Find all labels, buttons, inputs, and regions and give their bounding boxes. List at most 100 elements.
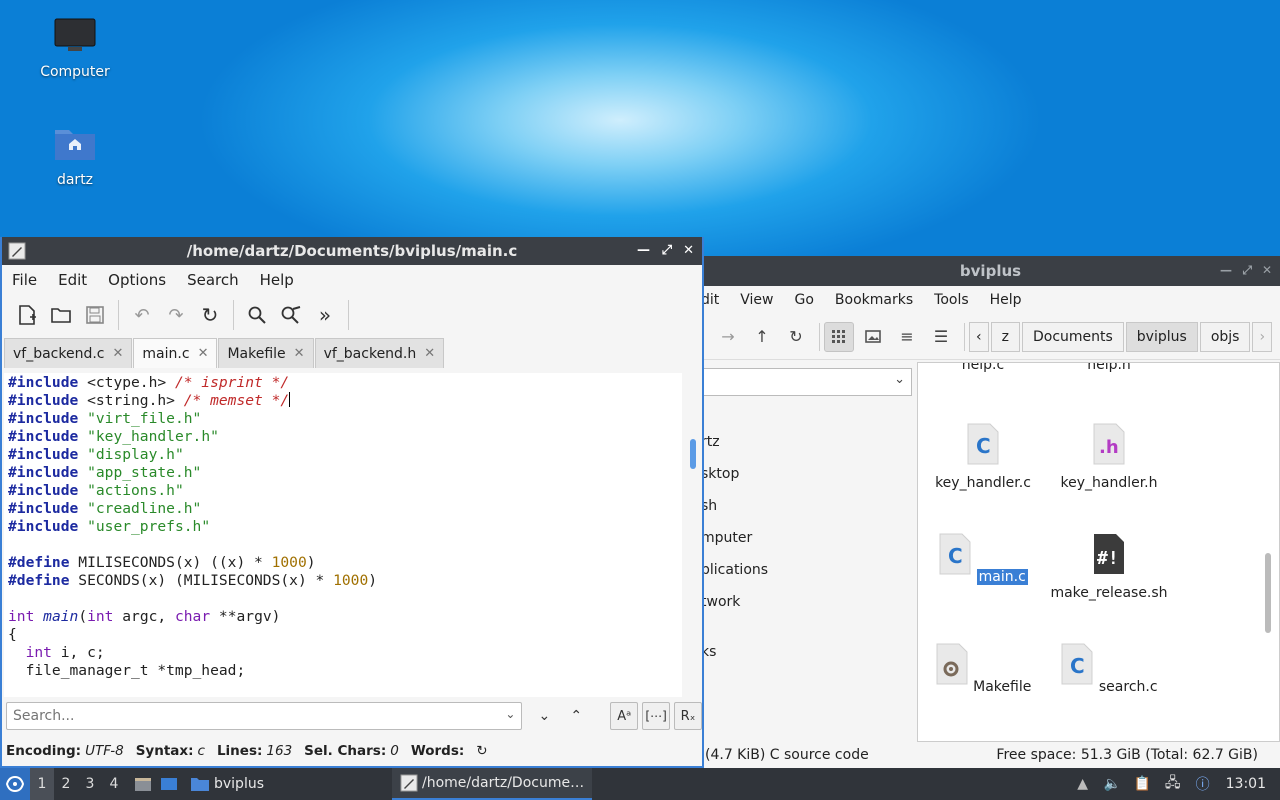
- breadcrumb-item-current[interactable]: bviplus: [1125, 321, 1198, 352]
- editor-scrollbar[interactable]: [684, 373, 702, 697]
- code-line[interactable]: #include "virt_file.h": [8, 410, 682, 428]
- close-tab-icon[interactable]: ✕: [294, 346, 305, 361]
- file-item[interactable]: help.c: [918, 363, 1048, 373]
- save-icon[interactable]: [78, 298, 112, 332]
- regex-icon[interactable]: Rₓ: [674, 702, 702, 730]
- menu-search[interactable]: Search: [187, 271, 239, 289]
- close-tab-icon[interactable]: ✕: [113, 346, 124, 361]
- menu-go[interactable]: Go: [795, 292, 814, 308]
- search-input[interactable]: [13, 708, 493, 724]
- menu-file[interactable]: File: [12, 271, 37, 289]
- sidebar-item[interactable]: mputer: [701, 530, 752, 546]
- file-item[interactable]: Makefile: [918, 643, 1048, 695]
- clipboard-icon[interactable]: 📋: [1128, 776, 1158, 792]
- menu-tools[interactable]: Tools: [934, 292, 969, 308]
- workspace-2[interactable]: 2: [54, 768, 78, 800]
- code-line[interactable]: {: [8, 626, 682, 644]
- open-file-icon[interactable]: [44, 298, 78, 332]
- list-view-icon[interactable]: ☰: [926, 322, 956, 352]
- network-icon[interactable]: 🖧: [1158, 772, 1188, 796]
- file-item[interactable]: C search.c: [1044, 643, 1174, 695]
- code-line[interactable]: #define MILISECONDS(x) ((x) * 1000): [8, 554, 682, 572]
- workspace-1[interactable]: 1: [30, 768, 54, 800]
- file-view-scrollbar[interactable]: [1265, 553, 1271, 633]
- maximize-icon[interactable]: ⤢: [1242, 263, 1252, 278]
- file-item[interactable]: #! make_release.sh: [1044, 533, 1174, 601]
- breadcrumb-item[interactable]: objs: [1199, 321, 1251, 352]
- close-tab-icon[interactable]: ✕: [424, 346, 435, 361]
- code-line[interactable]: int i, c;: [8, 644, 682, 662]
- refresh-word-count-icon[interactable]: ↻: [476, 743, 487, 759]
- maximize-icon[interactable]: ⤢: [662, 243, 672, 258]
- search-field[interactable]: ⌄: [6, 702, 523, 730]
- breadcrumb-forward-arrow[interactable]: ›: [1252, 321, 1273, 352]
- chevron-down-icon[interactable]: ⌄: [505, 707, 515, 721]
- sidebar-item[interactable]: plications: [701, 562, 768, 578]
- code-line[interactable]: #include <string.h> /* memset */: [8, 392, 682, 410]
- whole-word-icon[interactable]: [⋯]: [642, 702, 671, 730]
- code-line[interactable]: #define SECONDS(x) (MILISECONDS(x) * 100…: [8, 572, 682, 590]
- file-item[interactable]: help.h: [1044, 363, 1174, 373]
- find-icon[interactable]: [240, 298, 274, 332]
- find-previous-up-icon[interactable]: ⌃: [562, 702, 590, 730]
- reload-icon[interactable]: ↻: [193, 298, 227, 332]
- menu-edit[interactable]: Edit: [58, 271, 87, 289]
- menu-bookmarks[interactable]: Bookmarks: [835, 292, 913, 308]
- tab-makefile[interactable]: Makefile ✕: [218, 338, 314, 368]
- find-next-down-icon[interactable]: ⌄: [530, 702, 558, 730]
- workspace-3[interactable]: 3: [78, 768, 102, 800]
- tab-vf-backend-c[interactable]: vf_backend.c ✕: [4, 338, 133, 368]
- workspace-4[interactable]: 4: [102, 768, 126, 800]
- menu-view[interactable]: View: [740, 292, 773, 308]
- notification-icon[interactable]: ⓘ: [1188, 774, 1218, 794]
- file-item[interactable]: .h key_handler.h: [1044, 423, 1174, 491]
- task-file-manager[interactable]: bviplus: [182, 768, 272, 800]
- close-icon[interactable]: ✕: [1262, 263, 1272, 277]
- up-icon[interactable]: ↑: [747, 322, 777, 352]
- undo-icon[interactable]: ↶: [125, 298, 159, 332]
- code-line[interactable]: #include "user_prefs.h": [8, 518, 682, 536]
- code-line[interactable]: [8, 536, 682, 554]
- forward-icon[interactable]: →: [713, 322, 743, 352]
- reload-icon[interactable]: ↻: [781, 322, 811, 352]
- code-editor[interactable]: #include <ctype.h> /* isprint */#include…: [4, 373, 682, 697]
- menu-help[interactable]: Help: [990, 292, 1022, 308]
- sidebar-item[interactable]: twork: [701, 594, 740, 610]
- tab-vf-backend-h[interactable]: vf_backend.h ✕: [314, 338, 445, 368]
- code-line[interactable]: [8, 590, 682, 608]
- tab-main-c[interactable]: main.c ✕: [133, 338, 218, 368]
- sidebar-item[interactable]: sktop: [701, 466, 739, 482]
- code-line[interactable]: #include "display.h": [8, 446, 682, 464]
- redo-icon[interactable]: ↷: [159, 298, 193, 332]
- minimize-icon[interactable]: —: [637, 243, 650, 258]
- thumbnail-view-icon[interactable]: [858, 322, 888, 352]
- breadcrumb-item[interactable]: Documents: [1021, 321, 1124, 352]
- minimize-icon[interactable]: —: [1220, 263, 1232, 277]
- places-dropdown[interactable]: ⌄: [701, 368, 912, 396]
- editor-titlebar[interactable]: /home/dartz/Documents/bviplus/main.c — ⤢…: [2, 237, 702, 265]
- go-to-line-icon[interactable]: »: [308, 298, 342, 332]
- file-manager-titlebar[interactable]: bviplus — ⤢ ✕: [701, 256, 1280, 286]
- file-item[interactable]: C key_handler.c: [918, 423, 1048, 491]
- close-tab-icon[interactable]: ✕: [198, 346, 209, 361]
- code-line[interactable]: #include "actions.h": [8, 482, 682, 500]
- files-launcher-icon[interactable]: [130, 776, 156, 792]
- show-desktop-icon[interactable]: [156, 777, 182, 791]
- menu-options[interactable]: Options: [108, 271, 166, 289]
- new-file-icon[interactable]: [10, 298, 44, 332]
- code-line[interactable]: int main(int argc, char **argv): [8, 608, 682, 626]
- code-line[interactable]: #include "app_state.h": [8, 464, 682, 482]
- file-item-selected[interactable]: C main.c: [918, 533, 1048, 585]
- breadcrumb-back-arrow[interactable]: ‹: [969, 321, 989, 352]
- match-case-icon[interactable]: Aᵃ: [610, 702, 639, 730]
- close-icon[interactable]: ✕: [683, 243, 694, 258]
- task-text-editor[interactable]: /home/dartz/Docume…: [392, 768, 593, 800]
- start-menu-button[interactable]: [0, 768, 30, 800]
- desktop-icon-dartz[interactable]: dartz: [20, 124, 130, 188]
- code-line[interactable]: file_manager_t *tmp_head;: [8, 662, 682, 680]
- code-line[interactable]: #include "key_handler.h": [8, 428, 682, 446]
- clock[interactable]: 13:01: [1226, 776, 1266, 792]
- updates-icon[interactable]: ▲: [1068, 776, 1098, 792]
- desktop-icon-computer[interactable]: Computer: [20, 18, 130, 80]
- code-line[interactable]: #include <ctype.h> /* isprint */: [8, 374, 682, 392]
